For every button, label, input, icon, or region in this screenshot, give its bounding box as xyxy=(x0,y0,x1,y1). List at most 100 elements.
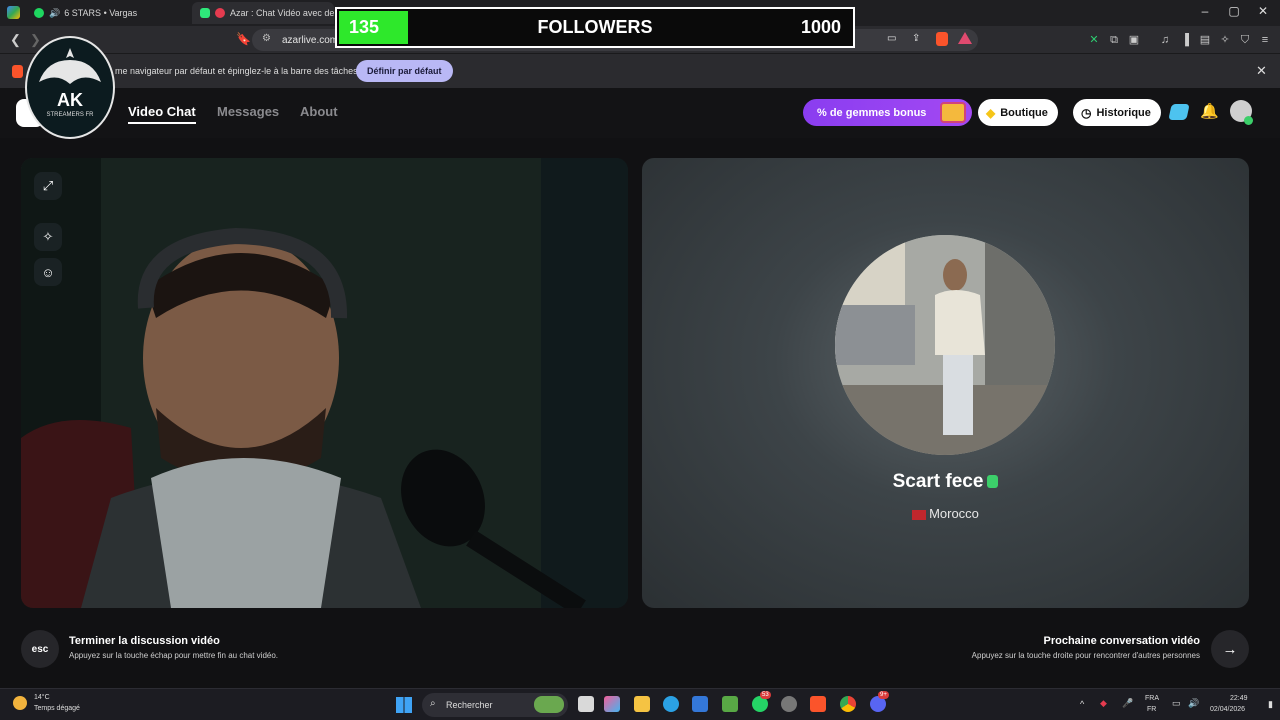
game-icon[interactable] xyxy=(722,696,738,712)
rewards-icon[interactable] xyxy=(958,32,972,44)
azar-icon xyxy=(200,8,210,18)
partner-country: Morocco xyxy=(642,506,1249,521)
verified-badge-icon xyxy=(987,475,999,489)
history-button[interactable]: ◷ Historique xyxy=(1073,99,1161,126)
fullscreen-icon[interactable]: ⤢ xyxy=(34,172,62,200)
end-chat-subtitle: Appuyez sur la touche échap pour mettre … xyxy=(69,651,279,660)
store-icon[interactable] xyxy=(692,696,708,712)
browser-menu-icon[interactable] xyxy=(7,6,20,19)
share-icon[interactable]: ⇪ xyxy=(912,33,920,44)
brave-icon[interactable] xyxy=(810,696,826,712)
eagle-crest-icon xyxy=(39,48,101,84)
microphone-icon[interactable]: 🎤 xyxy=(1122,698,1133,709)
extensions-icon[interactable]: ⧉ xyxy=(1107,33,1121,47)
partner-profile-photo xyxy=(835,235,1055,455)
volume-icon[interactable]: 🔊 xyxy=(1188,698,1199,709)
set-default-button[interactable]: Définir par défaut xyxy=(356,60,453,82)
minimize-button[interactable]: – xyxy=(1190,4,1220,18)
notification-text: me navigateur par défaut et épinglez-le … xyxy=(115,66,358,76)
promo-text: % de gemmes bonus xyxy=(817,106,927,119)
moon-weather-icon xyxy=(13,696,27,710)
followers-goal-overlay: FOLLOWERS 135 1000 xyxy=(335,7,855,48)
cast-icon[interactable]: ▭ xyxy=(887,33,896,44)
nav-about[interactable]: About xyxy=(300,104,338,119)
vpn-icon[interactable]: ⛉ xyxy=(1238,33,1252,47)
default-browser-notification: me navigateur par défaut et épinglez-le … xyxy=(0,54,1280,88)
partner-country-text: Morocco xyxy=(929,506,979,521)
next-chat-subtitle: Appuyez sur la touche droite pour rencon… xyxy=(971,651,1200,660)
url-text: azarlive.com xyxy=(282,34,339,46)
streamer-logo: AK STREAMERS FR xyxy=(25,36,115,139)
tab-azar[interactable]: Azar : Chat Vidéo avec de no xyxy=(192,2,334,24)
partner-name: Scart fece xyxy=(642,471,1249,493)
notification-bell-icon[interactable]: 🔔 xyxy=(1200,102,1219,120)
tray-chevron-icon[interactable]: ^ xyxy=(1080,699,1084,709)
extension-green-icon[interactable]: ✕ xyxy=(1087,33,1101,47)
brave-shields-icon[interactable] xyxy=(936,32,948,46)
screenshot-icon[interactable]: ▣ xyxy=(1127,33,1141,47)
recording-icon xyxy=(215,8,225,18)
site-settings-icon[interactable]: ⚙ xyxy=(262,33,271,44)
sidebar-icon[interactable]: ▐ xyxy=(1178,33,1192,47)
gems-promo-button[interactable]: % de gemmes bonus xyxy=(803,99,972,126)
file-explorer-icon[interactable] xyxy=(634,696,650,712)
shop-button[interactable]: ◆ Boutique xyxy=(978,99,1058,126)
tab-label: Azar : Chat Vidéo avec de no xyxy=(230,8,334,18)
search-highlight-icon xyxy=(534,696,564,713)
diamond-icon: ◆ xyxy=(986,105,996,120)
close-window-button[interactable]: ✕ xyxy=(1248,4,1278,18)
brave-lion-icon xyxy=(12,65,23,78)
face-filter-icon[interactable]: ☺ xyxy=(34,258,62,286)
close-notification-icon[interactable]: ✕ xyxy=(1256,63,1267,79)
start-windows-icon[interactable] xyxy=(396,697,412,713)
treasure-chest-icon xyxy=(940,102,966,123)
effects-wand-icon[interactable]: ✧ xyxy=(34,223,62,251)
lang-bottom[interactable]: FR xyxy=(1147,706,1156,713)
self-video-feed xyxy=(21,158,628,608)
tray-app-icon[interactable]: ◆ xyxy=(1100,698,1107,709)
lang-top[interactable]: FRA xyxy=(1145,695,1159,702)
bookmark-icon[interactable]: 🔖 xyxy=(236,32,251,46)
taskbar-search[interactable]: ⌕ Rechercher xyxy=(422,693,568,717)
maximize-button[interactable]: ▢ xyxy=(1219,4,1249,18)
next-arrow-button[interactable]: → xyxy=(1211,630,1249,668)
speaker-icon: 🔊 xyxy=(49,7,61,18)
back-button[interactable]: ❮ xyxy=(10,32,21,48)
app-header: Video Chat Messages About % de gemmes bo… xyxy=(0,88,1280,138)
clock-time[interactable]: 22:49 xyxy=(1230,695,1248,702)
clock-app-icon[interactable] xyxy=(781,696,797,712)
chrome-icon[interactable] xyxy=(840,696,856,712)
esc-key-button[interactable]: esc xyxy=(21,630,59,668)
clock-date[interactable]: 02/04/2026 xyxy=(1210,706,1245,713)
weather-temp: 14°C xyxy=(34,694,50,701)
gems-icon[interactable] xyxy=(1168,104,1190,120)
media-icon[interactable]: ♫ xyxy=(1158,33,1172,47)
search-icon: ⌕ xyxy=(430,698,436,709)
shop-label: Boutique xyxy=(1000,106,1048,119)
wallet-icon[interactable]: ▤ xyxy=(1198,33,1212,47)
edge-icon[interactable] xyxy=(663,696,679,712)
partner-name-text: Scart fece xyxy=(892,471,984,492)
task-view-icon[interactable] xyxy=(578,696,594,712)
logo-subtitle: STREAMERS FR xyxy=(46,112,94,118)
network-icon[interactable]: ▭ xyxy=(1172,698,1181,709)
weather-desc: Temps dégagé xyxy=(34,705,80,712)
next-chat-title: Prochaine conversation vidéo xyxy=(1043,635,1201,647)
tab-spotify[interactable]: 🔊 6 STARS • Vargas xyxy=(26,2,186,24)
nav-messages[interactable]: Messages xyxy=(217,104,279,119)
logo-title: AK xyxy=(57,90,83,110)
tab-label: 6 STARS • Vargas xyxy=(64,8,138,18)
leo-ai-icon[interactable]: ✧ xyxy=(1218,33,1232,47)
notification-center-icon[interactable]: ▮ xyxy=(1268,699,1273,710)
menu-icon[interactable]: ≡ xyxy=(1258,33,1272,47)
discord-badge: 9+ xyxy=(878,691,889,699)
copilot-icon[interactable] xyxy=(604,696,620,712)
windows-taskbar: 14°C Temps dégagé ⌕ Rechercher 53 9+ ^ ◆… xyxy=(0,688,1280,720)
history-label: Historique xyxy=(1096,106,1151,119)
clock-icon: ◷ xyxy=(1081,105,1092,120)
whatsapp-badge: 53 xyxy=(760,691,771,699)
nav-video-chat[interactable]: Video Chat xyxy=(128,104,196,124)
online-status-icon xyxy=(1244,116,1253,125)
search-label: Rechercher xyxy=(446,700,493,710)
followers-goal: 1000 xyxy=(800,17,841,37)
